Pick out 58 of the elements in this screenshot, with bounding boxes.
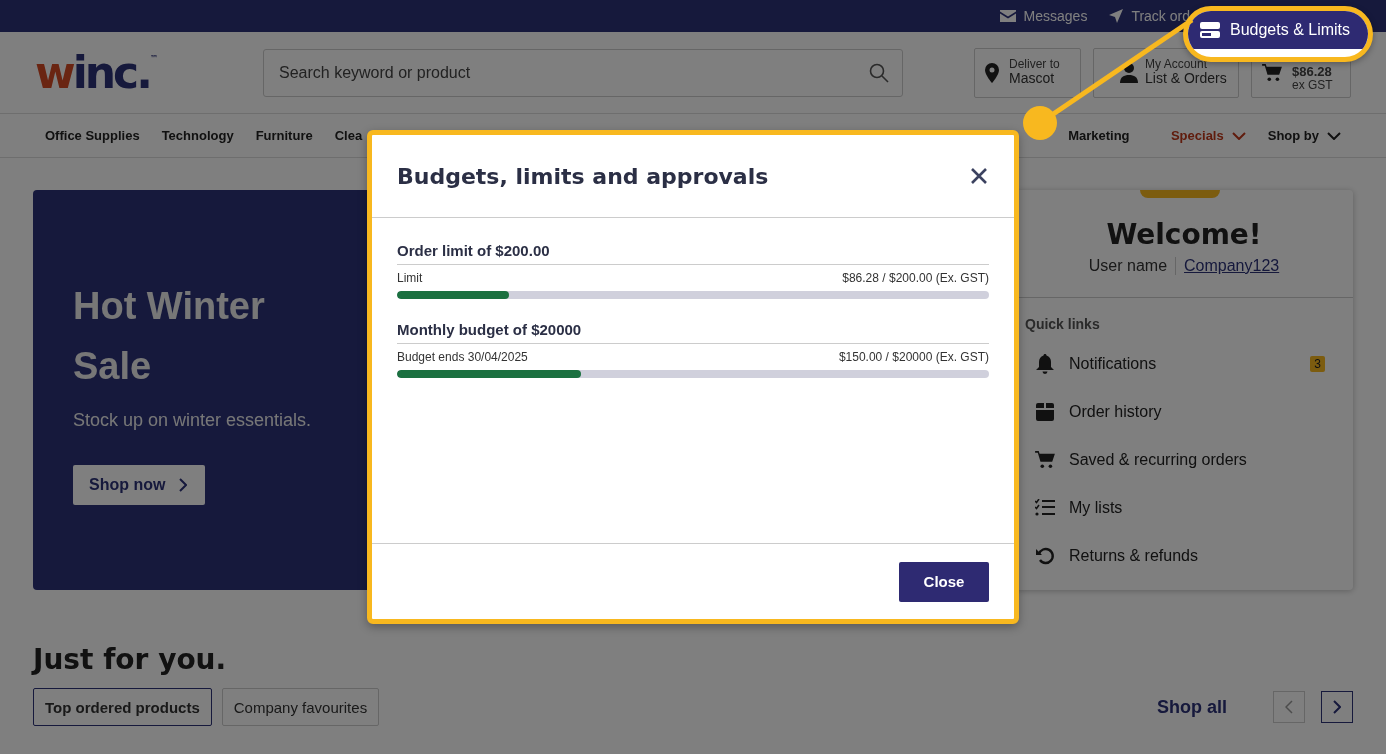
cart-icon [1035,451,1055,469]
nav-item[interactable]: Technology [161,128,234,143]
user-name-link[interactable]: Company123 [1184,257,1280,275]
top-bar-link[interactable]: Track ord [1109,8,1190,24]
limit-label: Budget ends 30/04/2025 [397,350,528,364]
close-icon [970,167,988,185]
cart-icon [1262,63,1282,82]
shop-now-button[interactable]: Shop now [73,464,206,505]
top-bar-link[interactable]: Messages [999,8,1088,24]
limit-title: Monthly budget of $20000 [397,321,989,344]
section-title: Just for you. [33,642,228,678]
nav-item[interactable]: Office Supplies [45,128,140,143]
quick-link[interactable]: Notifications 3 [1025,340,1343,388]
quick-link[interactable]: Saved & recurring orders [1025,436,1343,484]
chevron-left-icon [1285,700,1293,714]
caret-icon [1327,131,1341,140]
location-pin-icon [985,62,999,83]
navigation-arrow-icon [1109,9,1124,23]
header-button[interactable]: Deliver to Mascot [974,47,1081,98]
person-icon [1120,62,1138,83]
tab[interactable]: Top ordered products [33,688,212,726]
limit-label: Limit [397,271,423,285]
envelope-icon [999,10,1016,22]
nav-item[interactable]: Marketing [1068,128,1130,143]
search-icon [869,62,889,83]
quick-links-heading: Quick links [1025,316,1101,332]
search-field[interactable]: Search keyword or product [263,48,903,97]
limit-title: Order limit of $200.00 [397,242,989,265]
welcome-title: Welcome! [1106,218,1262,251]
user-name-label: User name [1088,257,1177,275]
nav-item[interactable]: Furniture [255,128,313,143]
caret-icon [1231,131,1246,140]
quick-link[interactable]: Returns & refunds [1025,532,1343,580]
limit-reading: $150.00 / $20000 (Ex. GST) [838,350,989,364]
dialog-title: Budgets, limits and approvals [397,163,769,189]
limit-reading: $86.28 / $200.00 (Ex. GST) [842,271,989,285]
shop-all-link[interactable]: Shop all [1157,696,1227,718]
nav-item[interactable]: Clea [334,128,363,143]
nav-item[interactable]: Shop by [1267,128,1341,143]
quick-link[interactable]: Order history [1025,388,1343,436]
quick-link[interactable]: My lists [1025,484,1343,532]
count-badge: 3 [1310,356,1325,372]
close-button[interactable] [970,167,988,185]
next-button[interactable] [1321,691,1353,723]
tab[interactable]: Company favourites [221,688,380,726]
chevron-right-icon [1333,700,1341,714]
bell-icon [1035,354,1055,374]
undo-icon [1035,546,1055,566]
budgets-limits-button[interactable]: Budgets & Limits [1188,11,1368,49]
box-icon [1035,403,1055,421]
hero-subtitle: Stock up on winter essentials. [73,409,313,431]
hero-title: Hot Winter Sale [73,283,266,389]
stacked-bars-icon [1200,22,1220,38]
nav-item[interactable]: Specials [1170,128,1246,143]
winc-logo[interactable]: winc.$^{™}$ [35,50,183,95]
chevron-right-icon [179,477,188,492]
close-button[interactable]: Close [899,561,989,602]
checklist-icon [1035,499,1055,517]
